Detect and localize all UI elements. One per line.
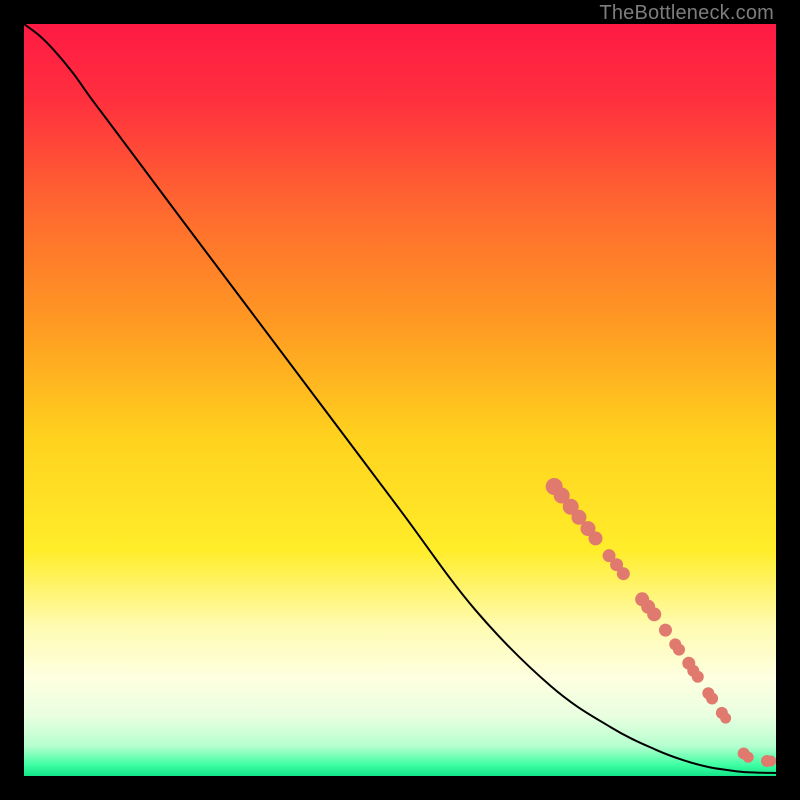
data-marker bbox=[720, 713, 731, 724]
watermark-text: TheBottleneck.com bbox=[599, 2, 774, 25]
data-marker bbox=[765, 755, 776, 766]
bottleneck-chart bbox=[24, 24, 776, 776]
gradient-background bbox=[24, 24, 776, 776]
data-marker bbox=[647, 607, 661, 621]
data-marker bbox=[692, 671, 704, 683]
data-marker bbox=[589, 531, 603, 545]
data-marker bbox=[617, 567, 630, 580]
data-marker bbox=[743, 752, 754, 763]
data-marker bbox=[673, 644, 685, 656]
data-marker bbox=[659, 624, 672, 637]
data-marker bbox=[706, 693, 718, 705]
chart-frame bbox=[24, 24, 776, 776]
